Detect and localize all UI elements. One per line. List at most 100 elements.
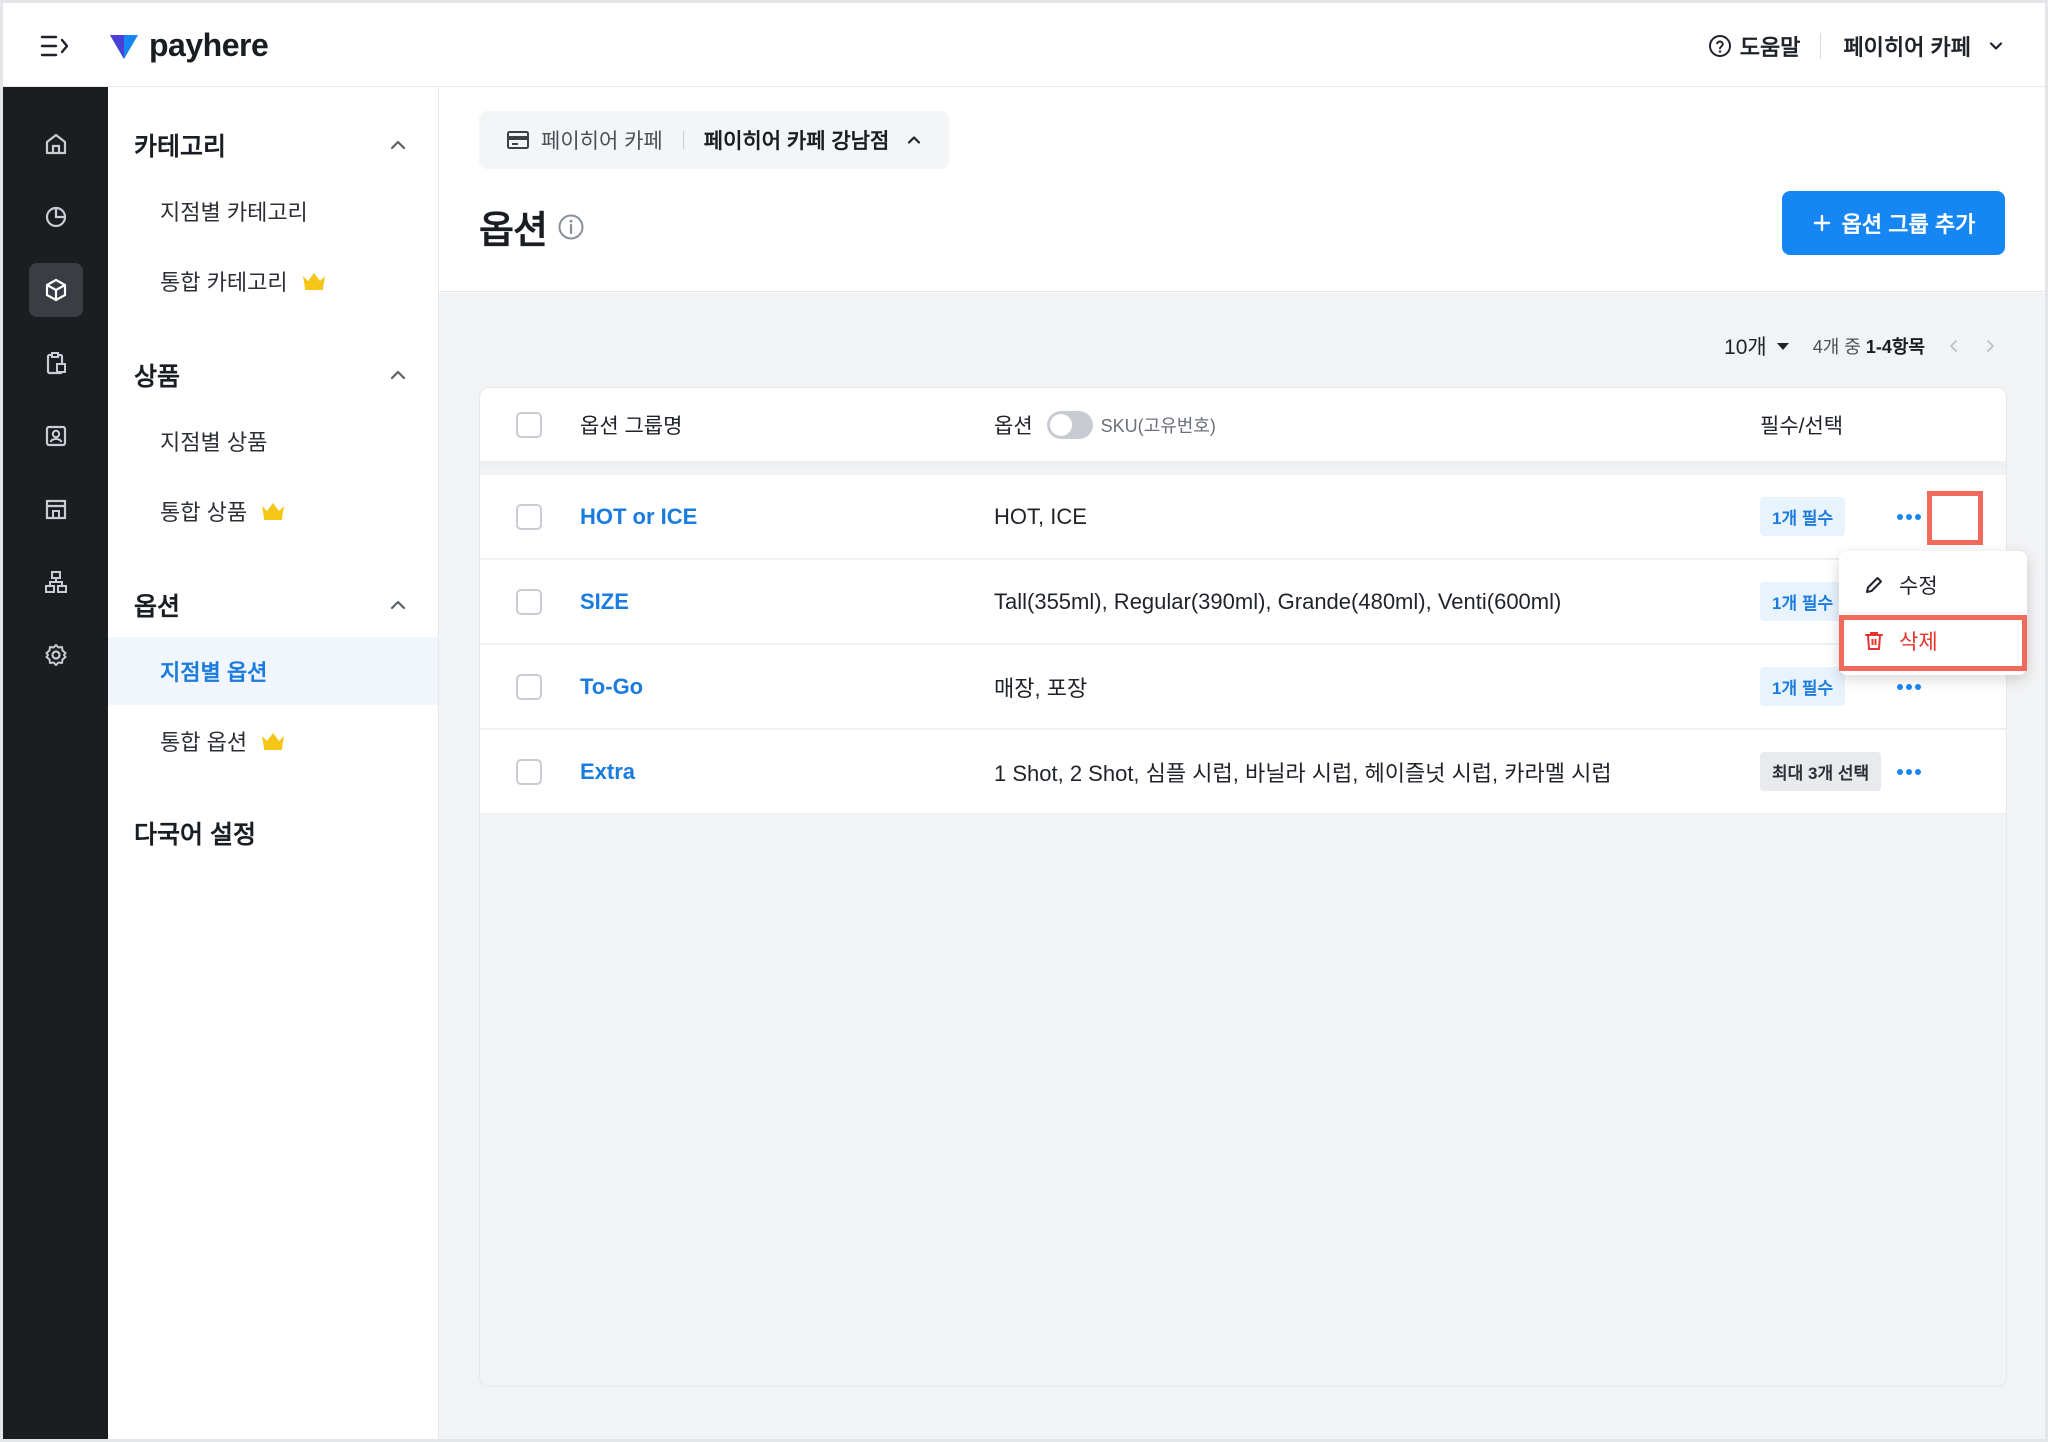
more-options-button[interactable] <box>1891 499 1927 535</box>
sku-toggle[interactable] <box>1046 410 1093 439</box>
row-checkbox[interactable] <box>516 588 542 615</box>
chart-pie-icon <box>45 206 67 228</box>
pagination: 10개 4개 중 1-4항목 <box>1724 331 1997 361</box>
toggle-knob <box>1049 413 1072 436</box>
sku-label: SKU(고유번호) <box>1100 415 1216 436</box>
home-icon <box>45 133 67 155</box>
table-row[interactable]: To-Go 매장, 포장 1개 필수 <box>480 645 2006 729</box>
sidebar-group-label: 다국어 설정 <box>134 821 256 849</box>
sidebar-item-branch-option[interactable]: 지점별 옵션 <box>108 637 438 705</box>
edit-label: 수정 <box>1899 575 1938 598</box>
divider <box>1820 33 1822 59</box>
sidebar-item-label: 지점별 상품 <box>160 430 268 455</box>
sidebar-group-label: 옵션 <box>134 593 181 621</box>
sidebar-item-label: 지점별 옵션 <box>160 660 268 685</box>
row-context-menu: 수정 삭제 <box>1839 551 2027 675</box>
sidebar-item-multilingual[interactable]: 다국어 설정 <box>108 803 438 863</box>
box-icon <box>45 278 67 302</box>
sidebar-group-option[interactable]: 옵션 <box>108 575 438 635</box>
payhere-logo-icon <box>110 34 138 59</box>
sidebar: 카테고리 지점별 카테고리 통합 카테고리 상품 지점별 상품 통합 상품 옵션 <box>108 87 439 1439</box>
option-group-name[interactable]: HOT or ICE <box>580 475 697 558</box>
table-row[interactable]: HOT or ICE HOT, ICE 1개 필수 <box>480 475 2006 559</box>
table-row[interactable]: Extra 1 Shot, 2 Shot, 심플 시럽, 바닐라 시럽, 헤이즐… <box>480 730 2006 814</box>
sidebar-group-product[interactable]: 상품 <box>108 345 438 405</box>
rail-item-clipboard[interactable] <box>29 336 83 390</box>
sidebar-item-label: 통합 카테고리 <box>160 270 288 295</box>
sidebar-item-integrated-product[interactable]: 통합 상품 <box>108 477 438 545</box>
sidebar-item-label: 지점별 카테고리 <box>160 200 308 225</box>
option-values: 매장, 포장 <box>994 675 1088 701</box>
breadcrumb-store: 페이히어 카페 <box>541 130 663 153</box>
edit-menu-item[interactable]: 수정 <box>1839 559 2027 611</box>
sidebar-item-branch-product[interactable]: 지점별 상품 <box>108 407 438 475</box>
add-option-group-button[interactable]: 옵션 그룹 추가 <box>1782 191 2005 255</box>
sidebar-item-integrated-option[interactable]: 통합 옵션 <box>108 707 438 775</box>
rail-item-org-tree[interactable] <box>29 555 83 609</box>
store-icon <box>507 131 529 149</box>
breadcrumb[interactable]: 페이히어 카페 페이히어 카페 강남점 <box>479 111 950 169</box>
rail-item-user-card[interactable] <box>29 409 83 463</box>
org-tree-icon <box>45 571 67 593</box>
top-bar: payhere 도움말 페이히어 카페 <box>3 3 2045 87</box>
page-info-prefix: 4개 중 <box>1812 337 1861 357</box>
chevron-up-icon <box>390 140 406 150</box>
question-circle-icon <box>1708 35 1731 57</box>
page-info: 4개 중 1-4항목 <box>1813 333 1925 359</box>
clipboard-icon <box>46 352 66 375</box>
gear-icon <box>45 644 67 666</box>
info-icon[interactable] <box>557 213 585 241</box>
chevron-up-icon <box>908 136 921 144</box>
crown-icon <box>302 273 325 290</box>
rail-item-box[interactable] <box>29 263 83 317</box>
breadcrumb-separator <box>682 131 684 149</box>
select-all-checkbox[interactable] <box>516 411 542 438</box>
rail-item-gear[interactable] <box>29 628 83 682</box>
sidebar-group-label: 상품 <box>134 363 181 391</box>
page-title-wrap: 옵션 <box>479 199 585 254</box>
crown-icon <box>262 733 285 750</box>
option-values: Tall(355ml), Regular(390ml), Grande(480m… <box>994 588 1562 614</box>
pencil-icon <box>1866 577 1882 593</box>
menu-collapse-icon[interactable] <box>39 31 73 61</box>
option-group-table: 옵션 그룹명 옵션 SKU(고유번호) 필수/선택 HOT or ICE HOT… <box>479 387 2007 1387</box>
page-size-value: 10개 <box>1724 336 1767 359</box>
row-checkbox[interactable] <box>516 758 542 785</box>
header-name: 옵션 그룹명 <box>580 414 683 438</box>
required-badge: 1개 필수 <box>1760 582 1846 621</box>
trash-icon <box>1865 632 1883 650</box>
sidebar-item-integrated-category[interactable]: 통합 카테고리 <box>108 247 438 315</box>
rail-item-home[interactable] <box>29 117 83 171</box>
payhere-logo[interactable]: payhere <box>109 27 269 64</box>
select-badge: 최대 3개 선택 <box>1760 752 1882 791</box>
chevron-right-icon[interactable] <box>1983 337 1997 355</box>
header-checkbox-cell <box>516 388 542 461</box>
more-options-button[interactable] <box>1891 754 1927 790</box>
table-row[interactable]: SIZE Tall(355ml), Regular(390ml), Grande… <box>480 560 2006 644</box>
chevron-left-icon[interactable] <box>1947 337 1961 355</box>
icon-rail <box>3 87 108 1439</box>
option-group-name[interactable]: Extra <box>580 730 635 813</box>
more-dots-icon <box>1897 684 1921 690</box>
page-size-select[interactable]: 10개 <box>1724 331 1791 361</box>
crown-icon <box>262 503 285 520</box>
row-checkbox[interactable] <box>516 503 542 530</box>
breadcrumb-branch: 페이히어 카페 강남점 <box>703 130 890 153</box>
sidebar-group-label: 카테고리 <box>134 133 227 161</box>
help-link[interactable]: 도움말 <box>1708 30 1800 62</box>
logo-text: payhere <box>149 27 269 63</box>
more-dots-icon <box>1897 514 1921 520</box>
page-title: 옵션 <box>479 210 548 252</box>
delete-menu-item[interactable]: 삭제 <box>1839 615 2027 667</box>
header-options: 옵션 <box>994 414 1033 438</box>
rail-item-store[interactable] <box>29 482 83 536</box>
rail-item-chart-pie[interactable] <box>29 190 83 244</box>
option-group-name[interactable]: To-Go <box>580 645 643 728</box>
chevron-up-icon <box>390 600 406 610</box>
sidebar-group-category[interactable]: 카테고리 <box>108 115 438 175</box>
sidebar-item-branch-category[interactable]: 지점별 카테고리 <box>108 177 438 245</box>
option-group-name[interactable]: SIZE <box>580 560 629 643</box>
row-checkbox[interactable] <box>516 673 542 700</box>
store-selector[interactable]: 페이히어 카페 <box>1843 30 2005 62</box>
top-right-controls: 도움말 페이히어 카페 <box>1708 29 2005 63</box>
